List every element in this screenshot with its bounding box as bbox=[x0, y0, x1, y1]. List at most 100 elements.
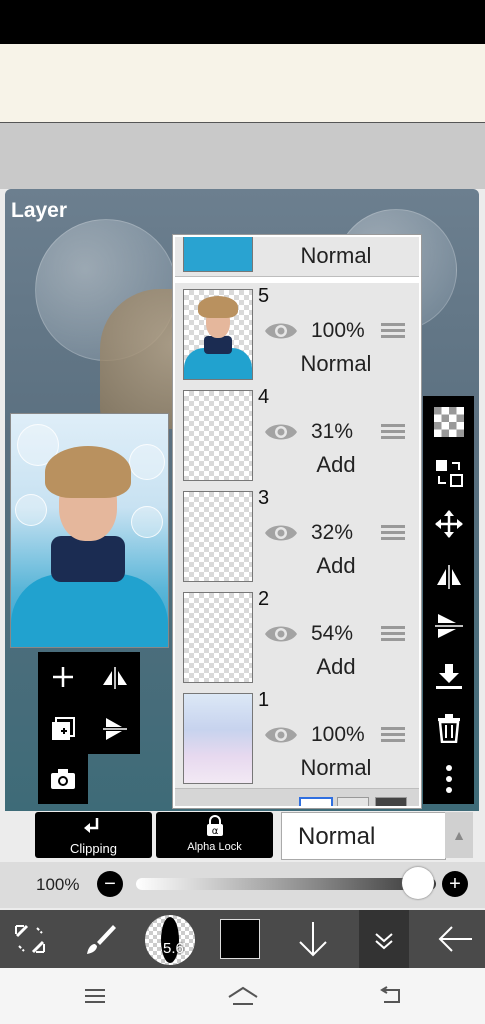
layer-row-3[interactable]: 3 32% Add bbox=[175, 485, 419, 587]
layer-row-4[interactable]: 4 31% Add bbox=[175, 384, 419, 486]
layer-opacity: 32% bbox=[311, 521, 354, 544]
layer-opacity: 100% bbox=[311, 319, 365, 342]
layer-number: 1 bbox=[258, 689, 270, 711]
back-arrow-icon bbox=[438, 926, 472, 952]
flip-vertical-button[interactable] bbox=[423, 600, 474, 651]
trash-icon bbox=[437, 713, 460, 743]
alpha-lock-icon: α bbox=[207, 815, 223, 837]
home-icon bbox=[228, 986, 258, 1005]
transparent-fill-button[interactable] bbox=[423, 396, 474, 447]
layer-thumbnail bbox=[183, 390, 253, 481]
add-layer-button[interactable] bbox=[38, 652, 88, 702]
menu-icon bbox=[85, 989, 105, 1003]
layer-row-2[interactable]: 2 54% Add bbox=[175, 586, 419, 688]
flip-horizontal-icon bbox=[103, 667, 127, 689]
layer-number: 3 bbox=[258, 487, 270, 509]
opacity-increase-button[interactable]: + bbox=[442, 871, 468, 897]
more-options-button[interactable] bbox=[423, 753, 474, 804]
preview-collar bbox=[51, 536, 125, 582]
layers-icon bbox=[375, 933, 393, 950]
clipping-button[interactable]: Clipping bbox=[35, 812, 152, 858]
clipping-label: Clipping bbox=[70, 841, 117, 856]
flip-vertical-layer-button[interactable] bbox=[90, 704, 140, 754]
preview-body bbox=[11, 574, 168, 647]
selection-tool-button[interactable] bbox=[0, 910, 60, 968]
flip-horizontal-layer-button[interactable] bbox=[90, 652, 140, 702]
drag-handle-icon[interactable] bbox=[381, 525, 405, 541]
brush-tool-button[interactable] bbox=[70, 910, 130, 968]
layer-number: 4 bbox=[258, 386, 270, 408]
plus-icon bbox=[53, 667, 73, 687]
layer-row-1[interactable]: 1 100% Normal bbox=[175, 687, 419, 789]
background-option-white[interactable] bbox=[299, 797, 333, 806]
home-button[interactable] bbox=[218, 968, 268, 1024]
layer-panel-title: Layer bbox=[11, 199, 68, 222]
blend-mode-dropdown-button[interactable]: ▲ bbox=[445, 812, 473, 858]
recent-apps-button[interactable] bbox=[70, 968, 120, 1024]
eye-icon[interactable] bbox=[263, 521, 299, 545]
layers-button[interactable] bbox=[359, 910, 409, 968]
layer-opacity: 54% bbox=[311, 622, 354, 645]
delete-layer-button[interactable] bbox=[423, 702, 474, 753]
camera-icon bbox=[51, 769, 75, 789]
opacity-value-label: 100% bbox=[36, 875, 80, 894]
duplicate-layer-button[interactable] bbox=[38, 704, 88, 754]
background-option-checker[interactable] bbox=[337, 797, 369, 806]
system-navigation-bar bbox=[0, 968, 485, 1024]
blend-mode-value: Normal bbox=[298, 823, 376, 850]
back-button[interactable] bbox=[365, 968, 415, 1024]
color-button[interactable] bbox=[215, 910, 265, 968]
blend-mode-select[interactable]: Normal bbox=[281, 812, 446, 860]
background-layer-row[interactable] bbox=[175, 789, 419, 806]
layer-row-partial[interactable]: Normal bbox=[175, 237, 419, 277]
preview-bubble bbox=[129, 444, 165, 480]
flip-horizontal-button[interactable] bbox=[423, 549, 474, 600]
layer-number: 2 bbox=[258, 588, 270, 610]
alpha-lock-button[interactable]: α Alpha Lock bbox=[156, 812, 273, 858]
more-icon bbox=[445, 764, 452, 793]
selection-icon bbox=[15, 924, 45, 954]
layer-thumbnail bbox=[183, 491, 253, 582]
flip-vertical-icon bbox=[434, 613, 463, 638]
thumb-collar bbox=[204, 336, 232, 354]
background-option-dark[interactable] bbox=[375, 797, 407, 806]
checker-icon bbox=[433, 406, 464, 437]
brush-size-button[interactable]: 5.6 bbox=[144, 910, 196, 968]
down-arrow-icon bbox=[299, 922, 327, 957]
merge-down-button[interactable] bbox=[423, 651, 474, 702]
move-button[interactable] bbox=[423, 498, 474, 549]
alpha-lock-label: Alpha Lock bbox=[187, 841, 242, 853]
layer-thumbnail bbox=[183, 693, 253, 784]
minus-icon: − bbox=[104, 872, 116, 895]
opacity-decrease-button[interactable]: − bbox=[97, 871, 123, 897]
eye-icon[interactable] bbox=[263, 622, 299, 646]
drag-handle-icon[interactable] bbox=[381, 424, 405, 440]
camera-import-button[interactable] bbox=[38, 754, 88, 804]
duplicate-icon bbox=[52, 717, 75, 740]
clipping-icon bbox=[84, 818, 99, 833]
top-bar bbox=[0, 44, 485, 123]
layer-blend-mode: Normal bbox=[300, 755, 372, 780]
layers-list[interactable]: Normal 5 100% Normal 4 31% Add 3 32% Add… bbox=[173, 235, 421, 808]
drag-handle-icon[interactable] bbox=[381, 323, 405, 339]
opacity-slider[interactable] bbox=[136, 878, 436, 890]
canvas-preview bbox=[10, 413, 169, 648]
drag-handle-icon[interactable] bbox=[381, 727, 405, 743]
layer-transform-button[interactable] bbox=[423, 447, 474, 498]
eye-icon[interactable] bbox=[263, 723, 299, 747]
eye-icon[interactable] bbox=[263, 319, 299, 343]
canvas-border bbox=[0, 123, 485, 189]
back-arrow-button[interactable] bbox=[425, 910, 485, 968]
eye-icon[interactable] bbox=[263, 420, 299, 444]
layer-thumbnail bbox=[183, 289, 253, 380]
layer-blend-mode: Normal bbox=[300, 351, 372, 376]
layer-row-5[interactable]: 5 100% Normal bbox=[175, 283, 419, 385]
down-arrow-button[interactable] bbox=[283, 910, 343, 968]
opacity-slider-handle[interactable] bbox=[402, 867, 434, 899]
flip-horizontal-icon bbox=[436, 564, 461, 589]
layer-opacity: 31% bbox=[311, 420, 354, 443]
brush-icon bbox=[87, 925, 116, 954]
layer-blend-mode: Add bbox=[316, 553, 356, 578]
transform-layers-icon bbox=[435, 459, 463, 487]
drag-handle-icon[interactable] bbox=[381, 626, 405, 642]
